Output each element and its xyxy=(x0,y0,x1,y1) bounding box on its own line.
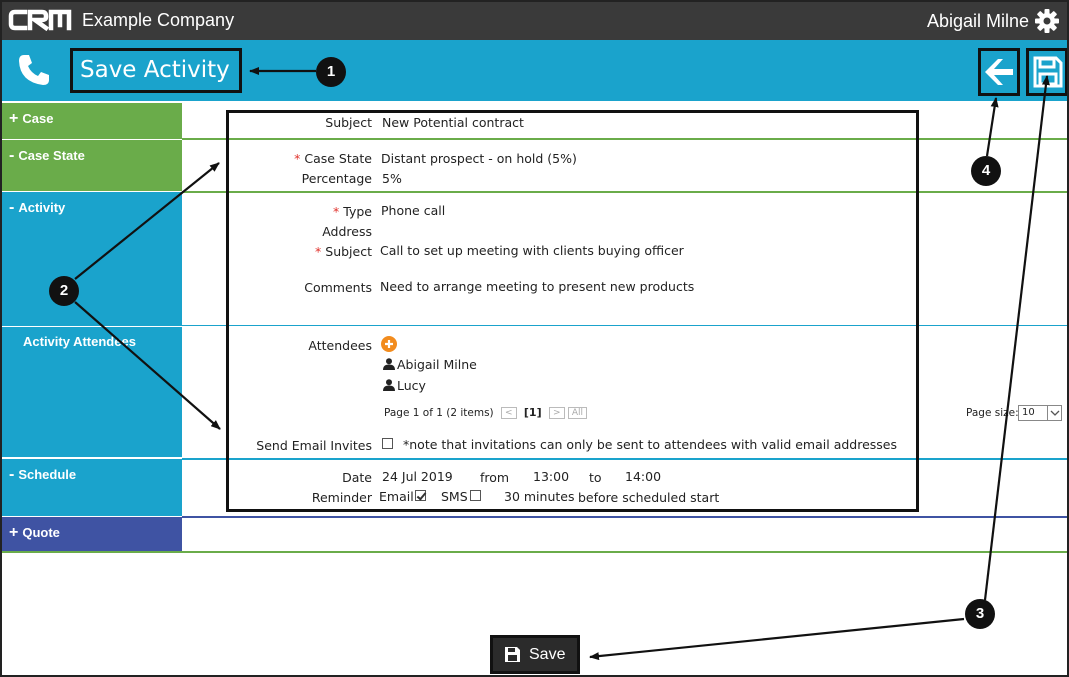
send-email-checkbox[interactable] xyxy=(382,438,393,449)
subject-value[interactable]: New Potential contract xyxy=(382,115,524,130)
attendee-name: Abigail Milne xyxy=(397,357,477,372)
floppy-disk-icon xyxy=(1033,56,1063,88)
expand-icon: + xyxy=(9,524,19,541)
section-activity-attendees[interactable]: Activity Attendees xyxy=(2,327,182,457)
email-reminder-checkbox[interactable] xyxy=(415,490,426,501)
type-label-text: Type xyxy=(343,204,372,219)
send-email-note: *note that invitations can only be sent … xyxy=(403,437,898,452)
send-email-label: Send Email Invites xyxy=(256,438,372,453)
email-reminder-label: Email xyxy=(379,489,414,504)
required-mark: * xyxy=(294,151,301,166)
page-size-value: 10 xyxy=(1022,407,1035,418)
activity-subject-label: * Subject xyxy=(192,244,372,259)
section-attendees-label: Activity Attendees xyxy=(23,334,136,349)
pager-summary: Page 1 of 1 (2 items) xyxy=(384,407,494,419)
section-activity-label: Activity xyxy=(18,200,66,215)
section-case-label: Case xyxy=(22,111,54,126)
date-value[interactable]: 24 Jul 2019 xyxy=(382,469,453,484)
floppy-disk-icon xyxy=(505,647,520,662)
arrow-callout-3b xyxy=(983,75,1050,601)
date-label: Date xyxy=(342,470,372,485)
reminder-suffix: before scheduled start xyxy=(578,490,720,505)
attendee-name: Lucy xyxy=(397,378,426,393)
collapse-icon: - xyxy=(9,147,15,164)
type-value[interactable]: Phone call xyxy=(381,203,445,218)
case-state-label: * Case State xyxy=(192,151,372,166)
comments-value[interactable]: Need to arrange meeting to present new p… xyxy=(380,279,694,294)
divider xyxy=(182,138,1067,140)
back-button[interactable] xyxy=(978,48,1020,96)
divider xyxy=(182,325,1067,326)
section-quote-label: Quote xyxy=(22,525,60,540)
expand-icon: + xyxy=(9,110,19,127)
subject-label: Subject xyxy=(325,115,372,130)
section-schedule[interactable]: - Schedule xyxy=(2,459,182,516)
list-item[interactable]: Lucy xyxy=(383,378,426,393)
save-button-label: Save xyxy=(529,646,566,663)
top-bar: Example Company Abigail Milne xyxy=(2,2,1067,40)
arrow-callout-4 xyxy=(985,97,999,157)
save-icon-button[interactable] xyxy=(1026,48,1067,96)
section-activity[interactable]: - Activity xyxy=(2,192,182,326)
section-case[interactable]: + Case xyxy=(2,103,182,139)
to-label: to xyxy=(589,470,602,485)
save-button[interactable]: Save xyxy=(490,635,580,674)
crm-logo xyxy=(8,9,72,32)
from-time[interactable]: 13:00 xyxy=(533,469,569,484)
callout-badge: 4 xyxy=(971,156,1001,186)
add-attendee-icon[interactable] xyxy=(381,336,397,352)
arrow-callout-3a xyxy=(589,617,965,661)
required-mark: * xyxy=(315,244,322,259)
phone-icon xyxy=(19,55,49,85)
person-icon xyxy=(383,379,395,391)
pager-prev-button[interactable]: < xyxy=(501,407,517,419)
callout-badge: 2 xyxy=(49,276,79,306)
pager: Page 1 of 1 (2 items) < [1] > All xyxy=(384,406,588,419)
company-name: Example Company xyxy=(82,10,235,30)
case-state-value[interactable]: Distant prospect - on hold (5%) xyxy=(381,151,577,166)
to-time[interactable]: 14:00 xyxy=(625,469,661,484)
divider xyxy=(182,458,1067,460)
list-item[interactable]: Abigail Milne xyxy=(383,357,477,372)
page-size-label: Page size: xyxy=(966,407,1019,419)
pager-next-button[interactable]: > xyxy=(548,407,565,419)
user-name[interactable]: Abigail Milne xyxy=(927,11,1029,32)
reminder-minutes[interactable]: 30 minutes xyxy=(504,489,574,504)
case-state-label-text: Case State xyxy=(304,151,372,166)
collapse-icon: - xyxy=(9,466,15,483)
arrow-left-icon xyxy=(985,59,1013,85)
address-label: Address xyxy=(322,224,372,239)
divider xyxy=(182,191,1067,193)
divider xyxy=(182,516,1067,518)
callout-badge: 3 xyxy=(965,599,995,629)
activity-subject-value[interactable]: Call to set up meeting with clients buyi… xyxy=(380,243,684,258)
section-quote[interactable]: + Quote xyxy=(2,517,182,552)
section-schedule-label: Schedule xyxy=(18,467,77,482)
required-mark: * xyxy=(333,204,340,219)
comments-label: Comments xyxy=(304,280,372,295)
reminder-label: Reminder xyxy=(311,490,372,505)
chevron-down-icon xyxy=(1047,406,1061,420)
pager-all-button[interactable]: All xyxy=(567,407,588,419)
sms-reminder-label: SMS xyxy=(441,489,468,504)
section-case-state-label: Case State xyxy=(18,148,85,163)
title-bar: Save Activity xyxy=(2,40,1067,101)
app-window: Example Company Abigail Milne Save Activ… xyxy=(0,0,1069,677)
gear-icon[interactable] xyxy=(1033,7,1061,35)
from-label: from xyxy=(480,470,510,485)
sms-reminder-checkbox[interactable] xyxy=(470,490,481,501)
activity-subject-label-text: Subject xyxy=(325,244,372,259)
section-case-state[interactable]: - Case State xyxy=(2,140,182,191)
pager-current-page[interactable]: [1] xyxy=(524,406,542,419)
collapse-icon: - xyxy=(9,199,15,216)
page-size-select[interactable]: 10 xyxy=(1018,405,1062,421)
divider xyxy=(2,551,1067,553)
percentage-label: Percentage xyxy=(301,171,372,186)
type-label: * Type xyxy=(192,204,372,219)
person-icon xyxy=(383,358,395,370)
callout-badge: 1 xyxy=(316,57,346,87)
page-title: Save Activity xyxy=(70,48,242,93)
percentage-value[interactable]: 5% xyxy=(382,171,402,186)
attendees-label: Attendees xyxy=(308,338,372,353)
